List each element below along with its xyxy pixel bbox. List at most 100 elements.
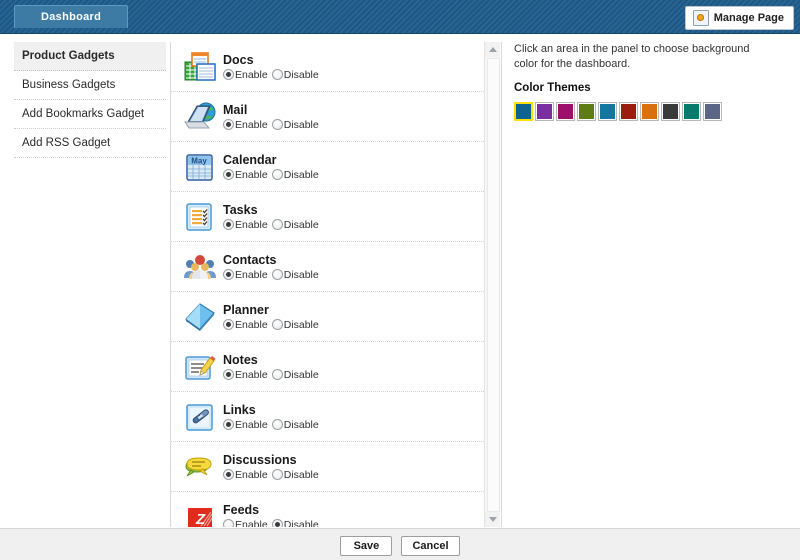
sidebar-item-add-rss-gadget[interactable]: Add RSS Gadget [14,129,166,158]
gadget-text: Links Enable Disable [223,403,476,431]
radio-enable-label: Enable [235,68,268,81]
radio-enable-dot[interactable] [223,69,234,80]
gadget-text: Mail Enable Disable [223,103,476,131]
radio-enable[interactable]: Enable [223,369,268,381]
color-swatch-charcoal[interactable] [661,102,680,121]
gadget-text: Planner Enable Disable [223,303,476,331]
gadget-name: Mail [223,102,248,117]
radio-enable-dot[interactable] [223,119,234,130]
radio-enable-dot[interactable] [223,419,234,430]
radio-enable[interactable]: Enable [223,169,268,181]
manage-page-button[interactable]: Manage Page [684,6,794,30]
scrollbar-thumb[interactable] [487,58,500,512]
radio-disable[interactable]: Disable [271,118,319,131]
scroll-down-arrow-icon[interactable] [485,512,500,527]
radio-disable[interactable]: Disable [271,69,319,81]
gadget-name: Contacts [223,252,277,267]
gadget-state-radio-group: Enable Disable [223,219,476,231]
radio-enable-label: Enable [235,268,268,281]
radio-enable-dot[interactable] [223,269,234,280]
radio-enable-dot[interactable] [223,369,234,380]
radio-enable[interactable]: Enable [223,419,268,431]
gadget-name: Feeds [223,502,260,517]
gadget-text: Contacts Enable Disable [223,253,476,281]
radio-enable-label: Enable [235,168,268,181]
scroll-up-arrow-icon[interactable] [485,42,500,57]
radio-enable-label: Enable [235,418,268,431]
gadget-scroll-area: Docs Enable Disable Mail Enable Disable … [171,42,486,527]
radio-enable[interactable]: Enable [223,518,268,528]
radio-disable[interactable]: Disable [271,169,319,181]
color-swatch-slate-blue[interactable] [703,102,722,121]
color-swatch-steel-blue[interactable] [514,102,533,121]
radio-enable[interactable]: Enable [223,269,268,281]
radio-disable[interactable]: Disable [271,219,319,231]
gadget-state-radio-group: Enable Disable [223,169,476,181]
color-swatch-dark-red[interactable] [619,102,638,121]
radio-enable[interactable]: Enable [223,319,268,331]
radio-enable-dot[interactable] [223,319,234,330]
sidebar-item-product-gadgets[interactable]: Product Gadgets [14,42,166,71]
radio-enable-label: Enable [235,518,268,528]
docs-icon [183,50,217,84]
gadget-list-panel: Docs Enable Disable Mail Enable Disable … [170,42,502,527]
gadget-row: Z Feeds Enable Disable [171,492,486,527]
radio-disable-dot[interactable] [271,419,283,430]
color-swatch-magenta[interactable] [556,102,575,121]
radio-disable-dot[interactable] [271,219,283,230]
contacts-icon [183,250,217,284]
manage-page-label: Manage Page [713,12,784,24]
sidebar-item-add-bookmarks-gadget[interactable]: Add Bookmarks Gadget [14,100,166,129]
color-swatch-olive-green[interactable] [577,102,596,121]
radio-disable[interactable]: Disable [271,318,319,331]
gadget-state-radio-group: Enable Disable [223,69,476,81]
radio-enable[interactable]: Enable [223,219,268,231]
radio-enable-dot[interactable] [223,219,234,230]
sidebar-item-label: Product Gadgets [22,50,115,62]
radio-enable-label: Enable [235,368,268,381]
radio-disable-dot[interactable] [271,69,283,80]
radio-disable-dot[interactable] [271,319,283,330]
radio-disable[interactable]: Disable [271,419,319,431]
gear-page-icon [692,10,709,26]
radio-disable[interactable]: Disable [271,518,319,528]
radio-enable[interactable]: Enable [223,69,268,81]
sidebar: Product Gadgets Business Gadgets Add Boo… [14,42,166,158]
gadget-row: Discussions Enable Disable [171,442,486,492]
radio-disable-dot[interactable] [271,169,283,180]
radio-disable-dot[interactable] [271,369,283,380]
radio-disable[interactable]: Disable [271,369,319,381]
radio-disable-label: Disable [283,318,319,331]
color-swatch-purple[interactable] [535,102,554,121]
radio-disable-dot[interactable] [271,269,283,280]
calendar-icon: May [183,150,217,184]
radio-enable-dot[interactable] [223,469,234,480]
gadget-name: Notes [223,352,258,367]
radio-disable-label: Disable [283,118,319,131]
sidebar-item-label: Business Gadgets [22,79,116,91]
radio-disable[interactable]: Disable [271,269,319,281]
tab-dashboard[interactable]: Dashboard [14,5,129,28]
radio-enable[interactable]: Enable [223,119,268,131]
gadget-text: Docs Enable Disable [223,53,476,81]
color-swatch-orange[interactable] [640,102,659,121]
gadget-list-scrollbar[interactable] [484,42,500,527]
sidebar-item-business-gadgets[interactable]: Business Gadgets [14,71,166,100]
radio-disable[interactable]: Disable [271,469,319,481]
radio-disable-label: Disable [283,518,319,528]
radio-disable-dot[interactable] [271,469,283,480]
tab-strip: Dashboard [14,5,129,28]
color-swatch-teal-blue[interactable] [598,102,617,121]
radio-disable-dot[interactable] [271,519,283,527]
planner-icon [183,300,217,334]
radio-enable[interactable]: Enable [223,469,268,481]
radio-enable-dot[interactable] [223,169,234,180]
radio-enable-dot[interactable] [223,519,234,527]
gadget-state-radio-group: Enable Disable [223,469,476,481]
cancel-button[interactable]: Cancel [401,535,460,556]
radio-disable-dot[interactable] [271,119,283,130]
color-swatch-teal-green[interactable] [682,102,701,121]
gadget-name: Docs [223,52,254,67]
save-button[interactable]: Save [340,535,393,556]
gadget-row: Docs Enable Disable [171,42,486,92]
